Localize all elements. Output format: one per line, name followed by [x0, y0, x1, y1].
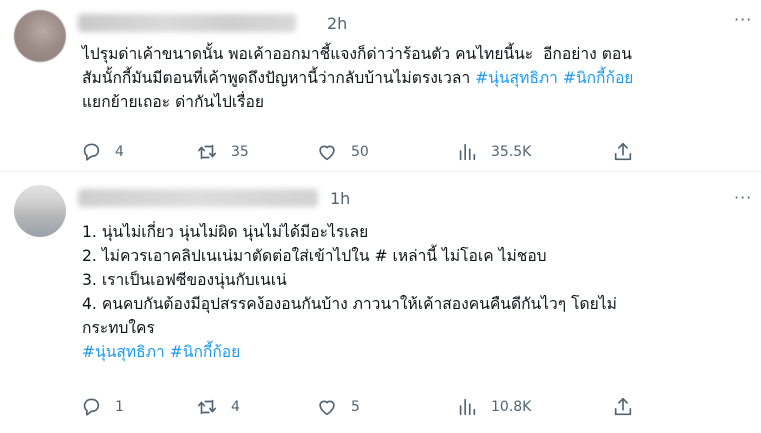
text-segment: 4. คนคบกันต้องมีอุปสรรคง้องอนกันบ้าง ภาว… — [82, 295, 617, 313]
tweet-text-line: แยกย้ายเถอะ ด่ากันไปเรื่อย — [82, 90, 633, 114]
share-icon — [614, 142, 632, 161]
share-button[interactable] — [612, 395, 634, 419]
like-button[interactable]: 5 — [316, 395, 360, 419]
reply-button[interactable]: 1 — [80, 395, 124, 419]
tweet-time[interactable]: 2h — [327, 14, 347, 33]
retweet-count: 35 — [231, 144, 249, 160]
avatar[interactable] — [14, 185, 66, 237]
text-segment: สัมนั้กกี้มันมีตอนที่เค้าพูดถึงปัญหานี้ว… — [82, 69, 476, 87]
tweet-text-line: สัมนั้กกี้มันมีตอนที่เค้าพูดถึงปัญหานี้ว… — [82, 66, 633, 90]
retweet-icon — [197, 144, 217, 160]
tweet-text-line: 4. คนคบกันต้องมีอุปสรรคง้องอนกันบ้าง ภาว… — [82, 292, 617, 316]
text-segment: กระทบใคร — [82, 319, 155, 337]
hashtag-link[interactable]: #นุ่นสุทธิภา — [475, 69, 558, 87]
text-segment: 2. ไม่ควรเอาคลิปเนเน่มาตัดต่อใส่เข้าไปใน… — [82, 247, 547, 265]
tweet-text-line: 3. เราเป็นเอฟซีของนุ่นกับเนเน่ — [82, 268, 617, 292]
views-icon — [459, 398, 476, 416]
hashtag-link[interactable]: #นิกกี้ก้อย — [563, 69, 634, 87]
reply-icon — [83, 398, 100, 416]
reply-count: 4 — [115, 144, 124, 160]
hashtag-link[interactable]: #นิกกี้ก้อย — [170, 343, 241, 361]
views-button[interactable]: 10.8K — [456, 395, 531, 419]
like-icon — [319, 145, 335, 161]
views-button[interactable]: 35.5K — [456, 140, 531, 164]
tweet-text-line: 2. ไม่ควรเอาคลิปเนเน่มาตัดต่อใส่เข้าไปใน… — [82, 244, 617, 268]
reply-button[interactable]: 4 — [80, 140, 124, 164]
share-icon — [614, 397, 632, 416]
more-options-icon[interactable]: ··· — [734, 10, 752, 29]
retweet-count: 4 — [231, 399, 240, 415]
more-options-icon[interactable]: ··· — [734, 188, 752, 207]
text-segment: ไปรุมด่าเค้าขนาดนั้น พอเค้าออกมาชี้แจงก็… — [82, 45, 632, 63]
view-count: 10.8K — [491, 399, 532, 415]
retweet-button[interactable]: 35 — [196, 140, 249, 164]
text-segment: 1. นุ่นไม่เกี่ยว นุ่นไม่ผิด นุ่นไม่ได้มี… — [82, 223, 369, 241]
reply-icon — [83, 143, 100, 161]
blurred-username[interactable] — [78, 189, 318, 207]
tweet-actions: 4 35 50 35.5K — [0, 140, 761, 164]
like-button[interactable]: 50 — [316, 140, 369, 164]
tweet-time[interactable]: 1h — [330, 189, 350, 208]
tweet-text-line: #นุ่นสุทธิภา #นิกกี้ก้อย — [82, 340, 617, 364]
views-icon — [459, 143, 476, 161]
hashtag-link[interactable]: #นุ่นสุทธิภา — [82, 343, 165, 361]
tweet-text: ไปรุมด่าเค้าขนาดนั้น พอเค้าออกมาชี้แจงก็… — [82, 42, 633, 114]
like-count: 5 — [351, 399, 360, 415]
like-icon — [319, 400, 335, 416]
like-count: 50 — [351, 144, 369, 160]
tweet-text-line: 1. นุ่นไม่เกี่ยว นุ่นไม่ผิด นุ่นไม่ได้มี… — [82, 220, 617, 244]
retweet-icon — [197, 399, 217, 415]
blurred-username[interactable] — [78, 14, 296, 32]
reply-count: 1 — [115, 399, 124, 415]
tweet-text: 1. นุ่นไม่เกี่ยว นุ่นไม่ผิด นุ่นไม่ได้มี… — [82, 220, 617, 364]
tweet-text-line: กระทบใคร — [82, 316, 617, 340]
text-segment: 3. เราเป็นเอฟซีของนุ่นกับเนเน่ — [82, 271, 287, 289]
tweet-text-line: ไปรุมด่าเค้าขนาดนั้น พอเค้าออกมาชี้แจงก็… — [82, 42, 633, 66]
share-button[interactable] — [612, 140, 634, 164]
tweet-actions: 1 4 5 10.8K — [0, 395, 761, 419]
avatar[interactable] — [14, 10, 66, 62]
view-count: 35.5K — [491, 144, 532, 160]
retweet-button[interactable]: 4 — [196, 395, 240, 419]
tweet[interactable]: 1h ··· 1. นุ่นไม่เกี่ยว นุ่นไม่ผิด นุ่นไ… — [0, 172, 761, 433]
text-segment: แยกย้ายเถอะ ด่ากันไปเรื่อย — [82, 93, 265, 111]
tweet[interactable]: 2h ··· ไปรุมด่าเค้าขนาดนั้น พอเค้าออกมาช… — [0, 0, 761, 172]
